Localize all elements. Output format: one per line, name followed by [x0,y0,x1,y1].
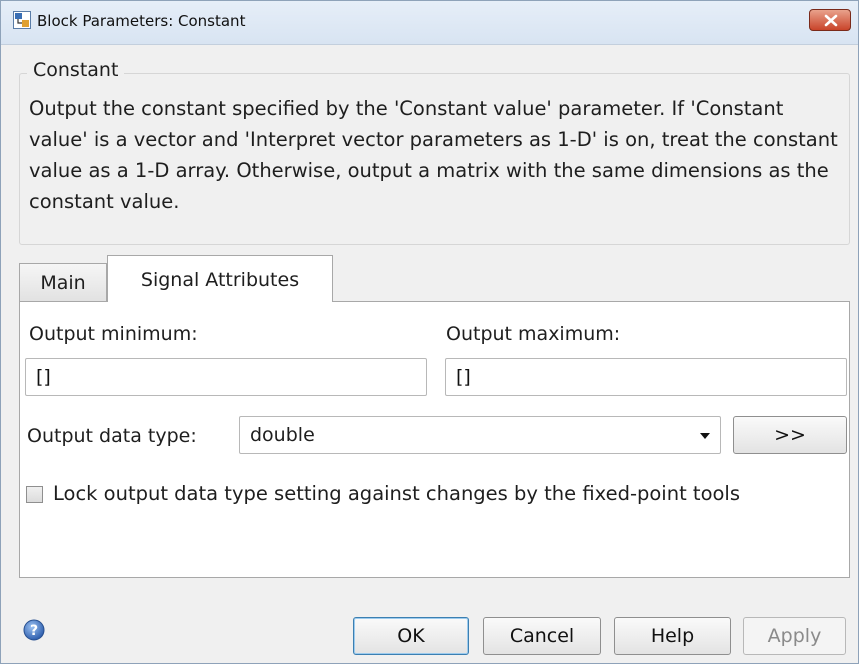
lock-output-data-type-label[interactable]: Lock output data type setting against ch… [53,482,740,505]
help-button[interactable]: Help [614,617,731,655]
tab-signal-attributes[interactable]: Signal Attributes [107,255,333,302]
help-question-icon[interactable]: ? [23,619,45,645]
output-data-type-select[interactable]: double [239,416,721,454]
close-button[interactable] [809,9,851,31]
svg-text:?: ? [30,623,38,639]
window-title: Block Parameters: Constant [37,12,246,30]
title-bar[interactable]: Block Parameters: Constant [1,1,858,45]
cancel-button[interactable]: Cancel [483,617,601,655]
output-minimum-label: Output minimum: [29,323,198,345]
output-maximum-label: Output maximum: [446,323,621,345]
dropdown-arrow-icon [700,433,710,439]
apply-button[interactable]: Apply [743,617,846,655]
lock-output-data-type-checkbox[interactable] [26,486,43,503]
output-minimum-field[interactable]: [] [25,358,427,396]
output-data-type-label: Output data type: [27,425,197,447]
output-maximum-field[interactable]: [] [445,358,847,396]
ok-button[interactable]: OK [353,617,469,655]
block-parameters-icon [13,11,31,29]
block-description: Output the constant specified by the 'Co… [29,97,838,213]
block-parameters-dialog: Block Parameters: Constant Constant Outp… [0,0,859,664]
data-type-assistant-button[interactable]: >> [733,416,847,454]
tab-main[interactable]: Main [19,263,107,301]
output-data-type-value: double [250,424,315,446]
block-name: Constant [27,59,125,81]
close-icon [824,14,838,27]
